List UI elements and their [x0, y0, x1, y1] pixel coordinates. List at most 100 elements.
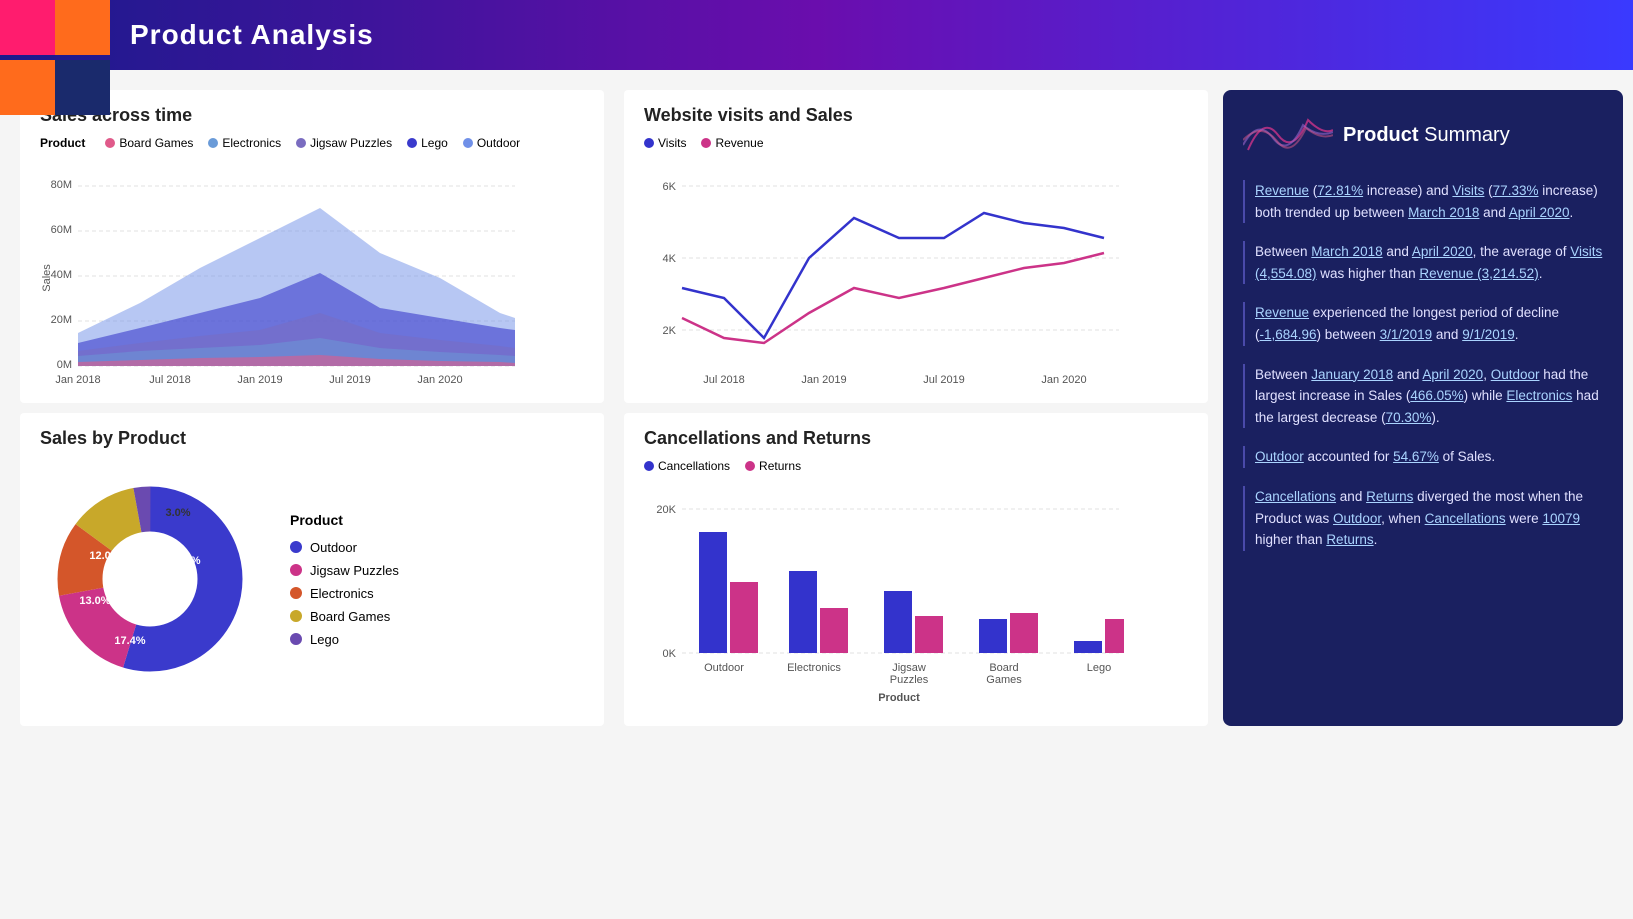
- summary-link-visits1[interactable]: Visits: [1452, 183, 1484, 198]
- svg-text:Jan 2020: Jan 2020: [417, 374, 462, 386]
- legend-label-visits: Visits: [658, 136, 686, 150]
- legend-dot-visits: [644, 138, 654, 148]
- pie-label-electronics: Electronics: [310, 586, 374, 601]
- summary-link-pct3[interactable]: 466.05%: [1410, 388, 1463, 403]
- visits-chart-title: Website visits and Sales: [644, 105, 1188, 126]
- summary-link-pct2[interactable]: 77.33%: [1493, 183, 1539, 198]
- cancellations-chart: Cancellations and Returns Cancellations …: [624, 413, 1208, 726]
- summary-link-count[interactable]: 10079: [1542, 511, 1580, 526]
- summary-p2: Between March 2018 and April 2020, the a…: [1243, 241, 1603, 284]
- legend-item-jigsaw: Jigsaw Puzzles: [296, 136, 392, 150]
- summary-link-date8[interactable]: April 2020: [1422, 367, 1483, 382]
- legend-label-lego: Lego: [421, 136, 448, 150]
- header: Product Analysis: [0, 0, 1633, 70]
- svg-text:Jan 2019: Jan 2019: [237, 374, 282, 386]
- summary-link-cancel2[interactable]: Cancellations: [1425, 511, 1506, 526]
- pie-chart-title: Sales by Product: [40, 428, 584, 449]
- summary-p1: Revenue (72.81% increase) and Visits (77…: [1243, 180, 1603, 223]
- summary-link-returns2[interactable]: Returns: [1326, 532, 1373, 547]
- pie-legend: Product Outdoor Jigsaw Puzzles Electroni…: [290, 512, 399, 647]
- legend-item-outdoor: Outdoor: [463, 136, 520, 150]
- pie-dot-jigsaw: [290, 564, 302, 576]
- summary-p6: Cancellations and Returns diverged the m…: [1243, 486, 1603, 551]
- summary-link-outdoor2[interactable]: Outdoor: [1255, 449, 1304, 464]
- legend-dot-jigsaw: [296, 138, 306, 148]
- legend-item-electronics: Electronics: [208, 136, 281, 150]
- svg-text:Jul 2019: Jul 2019: [329, 374, 371, 386]
- summary-link-date1[interactable]: March 2018: [1408, 205, 1479, 220]
- summary-title-rest: Summary: [1424, 124, 1510, 146]
- legend-item-returns: Returns: [745, 459, 801, 473]
- cancel-legend: Cancellations Returns: [644, 459, 1188, 473]
- summary-link-date7[interactable]: January 2018: [1311, 367, 1393, 382]
- summary-link-returns[interactable]: Returns: [1366, 489, 1413, 504]
- svg-text:12.0%: 12.0%: [89, 550, 120, 562]
- svg-text:Outdoor: Outdoor: [704, 662, 744, 674]
- legend-dot-revenue: [701, 138, 711, 148]
- summary-link-date6[interactable]: 9/1/2019: [1462, 327, 1515, 342]
- pie-dot-boardgames: [290, 610, 302, 622]
- svg-text:0K: 0K: [663, 648, 677, 660]
- summary-title: Product Summary: [1343, 124, 1510, 147]
- sales-by-product-chart: Sales by Product 54.7% 17.4%: [20, 413, 604, 726]
- pie-dot-electronics: [290, 587, 302, 599]
- svg-text:Jul 2018: Jul 2018: [149, 374, 191, 386]
- summary-link-date3[interactable]: March 2018: [1311, 244, 1382, 259]
- summary-link-electronics1[interactable]: Electronics: [1506, 388, 1572, 403]
- svg-text:20K: 20K: [656, 504, 676, 516]
- svg-text:60M: 60M: [51, 224, 72, 236]
- pie-legend-jigsaw: Jigsaw Puzzles: [290, 563, 399, 578]
- pie-label-jigsaw: Jigsaw Puzzles: [310, 563, 399, 578]
- summary-link-revenue1[interactable]: Revenue: [1255, 183, 1309, 198]
- svg-text:40M: 40M: [51, 269, 72, 281]
- summary-link-date2[interactable]: April 2020: [1509, 205, 1570, 220]
- visits-legend: Visits Revenue: [644, 136, 1188, 150]
- pie-label-outdoor: Outdoor: [310, 540, 357, 555]
- svg-text:54.7%: 54.7%: [169, 555, 200, 567]
- charts-row-1: Sales across time Product Board Games El…: [20, 90, 1208, 403]
- svg-text:20M: 20M: [51, 314, 72, 326]
- svg-text:Jan 2019: Jan 2019: [801, 374, 846, 386]
- svg-text:Puzzles: Puzzles: [890, 674, 929, 686]
- wave-icon: [1243, 110, 1333, 160]
- legend-label-returns: Returns: [759, 459, 801, 473]
- summary-content: Revenue (72.81% increase) and Visits (77…: [1243, 180, 1603, 569]
- legend-dot-electronics: [208, 138, 218, 148]
- logo-sq1: [0, 0, 55, 55]
- summary-link-date4[interactable]: April 2020: [1412, 244, 1473, 259]
- summary-link-date5[interactable]: 3/1/2019: [1380, 327, 1433, 342]
- legend-label-cancellations: Cancellations: [658, 459, 730, 473]
- logo: [0, 0, 120, 120]
- summary-link-revenue2[interactable]: Revenue (3,214.52): [1419, 266, 1538, 281]
- cancel-chart-title: Cancellations and Returns: [644, 428, 1188, 449]
- summary-link-outdoor1[interactable]: Outdoor: [1491, 367, 1540, 382]
- pie-legend-electronics: Electronics: [290, 586, 399, 601]
- legend-dot-outdoor: [463, 138, 473, 148]
- cancel-svg: 20K 0K: [644, 481, 1124, 711]
- svg-text:Board: Board: [989, 662, 1018, 674]
- pie-area: 54.7% 17.4% 13.0% 12.0% 3.0% Product Out…: [40, 459, 584, 699]
- pie-legend-title: Product: [290, 512, 399, 528]
- summary-link-outdoor3[interactable]: Outdoor: [1333, 511, 1381, 526]
- pie-label-boardgames: Board Games: [310, 609, 390, 624]
- summary-link-pct5[interactable]: 54.67%: [1393, 449, 1439, 464]
- summary-panel: Product Summary Revenue (72.81% increase…: [1223, 90, 1623, 726]
- summary-p3: Revenue experienced the longest period o…: [1243, 302, 1603, 345]
- legend-item-revenue: Revenue: [701, 136, 763, 150]
- logo-sq2: [55, 0, 110, 55]
- summary-link-pct4[interactable]: 70.30%: [1386, 410, 1432, 425]
- svg-text:13.0%: 13.0%: [79, 595, 110, 607]
- summary-link-revenue3[interactable]: Revenue: [1255, 305, 1309, 320]
- svg-text:Jul 2019: Jul 2019: [923, 374, 965, 386]
- svg-text:3.0%: 3.0%: [165, 507, 190, 519]
- legend-item-lego: Lego: [407, 136, 448, 150]
- summary-p4: Between January 2018 and April 2020, Out…: [1243, 364, 1603, 429]
- svg-text:Electronics: Electronics: [787, 662, 841, 674]
- svg-text:Jan 2020: Jan 2020: [1041, 374, 1086, 386]
- pie-dot-lego: [290, 633, 302, 645]
- legend-dot-returns: [745, 461, 755, 471]
- charts-area: Sales across time Product Board Games El…: [20, 90, 1208, 726]
- summary-link-cancel[interactable]: Cancellations: [1255, 489, 1336, 504]
- summary-link-decline[interactable]: -1,684.96: [1260, 327, 1317, 342]
- summary-link-pct1[interactable]: 72.81%: [1317, 183, 1363, 198]
